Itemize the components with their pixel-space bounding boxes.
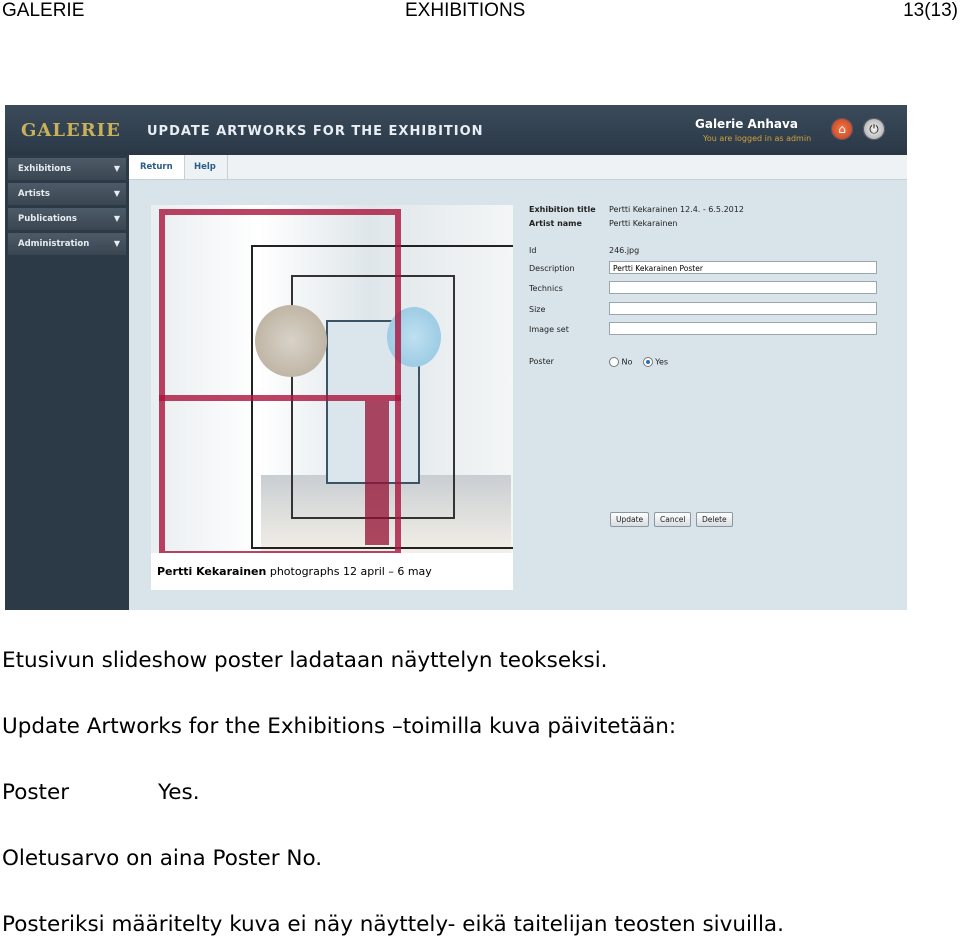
delete-button[interactable]: Delete [696,512,733,527]
photo-red-block [365,401,389,545]
poster-no-label: No [621,357,633,367]
technics-input[interactable] [609,281,877,294]
sidebar-item-label: Publications [18,214,77,224]
field-value: 246.jpg [609,246,640,255]
poster-artist: Pertti Kekarainen [157,565,267,578]
cancel-button[interactable]: Cancel [654,512,692,527]
sidebar-item-publications[interactable]: Publications ▼ [8,208,126,230]
sidebar-item-label: Administration [18,239,90,249]
sidebar-item-exhibitions[interactable]: Exhibitions ▼ [8,158,126,180]
header-center-text: EXHIBITIONS [405,0,526,21]
tab-return[interactable]: Return [129,155,185,179]
app-top-bar: GALERIE UPDATE ARTWORKS FOR THE EXHIBITI… [5,105,907,155]
paragraph-slideshow: Etusivun slideshow poster ladataan näytt… [2,648,608,673]
description-input[interactable]: Pertti Kekarainen Poster [609,261,877,274]
field-label: Image set [529,325,569,334]
sidebar-item-label: Artists [18,189,50,199]
chevron-down-icon: ▼ [113,189,120,198]
field-label: Technics [529,284,563,293]
poster-photo [151,205,513,557]
chevron-down-icon: ▼ [113,239,120,248]
update-button[interactable]: Update [610,512,650,527]
chevron-down-icon: ▼ [113,164,120,173]
field-value: Pertti Kekarainen [609,219,678,228]
poster-image: Pertti Kekarainen photographs 12 april –… [151,205,513,590]
sidebar-item-artists[interactable]: Artists ▼ [8,183,126,205]
size-input[interactable] [609,302,877,315]
embedded-screenshot: GALERIE UPDATE ARTWORKS FOR THE EXHIBITI… [5,105,907,610]
field-label: Description [529,264,575,273]
field-label: Poster [529,357,554,366]
field-label: Exhibition title [529,205,596,214]
field-value: Pertti Kekarainen 12.4. - 6.5.2012 [609,205,744,214]
paragraph-poster-setting: Poster Yes. [2,780,200,805]
app-logo: GALERIE [21,120,121,141]
poster-no-radio[interactable] [609,357,619,367]
field-label: Size [529,305,546,314]
poster-caption: Pertti Kekarainen photographs 12 april –… [151,553,513,590]
sidebar: Exhibitions ▼ Artists ▼ Publications ▼ A… [5,155,129,610]
paragraph-visibility-note: Posteriksi määritelty kuva ei näy näytte… [2,912,784,937]
image-set-input[interactable] [609,322,877,335]
paragraph-default-value: Oletusarvo on aina Poster No. [2,846,323,871]
poster-yes-radio[interactable] [642,357,653,367]
field-label: Id [529,246,537,255]
chevron-down-icon: ▼ [113,214,120,223]
tab-bar: Return Help [129,155,907,180]
sidebar-item-administration[interactable]: Administration ▼ [8,233,126,255]
poster-setting-value: Yes. [158,780,200,805]
page-number: 13(13) [903,0,958,21]
paragraph-update-artworks: Update Artworks for the Exhibitions –toi… [2,714,677,739]
header-left-text: GALERIE [2,0,85,21]
organization-name: Galerie Anhava [695,117,798,131]
sidebar-item-label: Exhibitions [18,164,72,174]
poster-radio-group: No Yes [609,357,668,367]
tab-help[interactable]: Help [183,155,228,179]
poster-yes-label: Yes [655,357,669,367]
poster-dates: photographs 12 april – 6 may [269,565,432,578]
login-status: You are logged in as admin [703,134,812,143]
poster-setting-label: Poster [2,780,70,805]
app-page-heading: UPDATE ARTWORKS FOR THE EXHIBITION [147,124,484,139]
document-header: GALERIE EXHIBITIONS 13(13) [0,0,960,26]
field-label: Artist name [529,219,582,228]
power-icon[interactable]: ⏻ [863,118,885,140]
home-icon[interactable]: ⌂ [831,118,853,140]
